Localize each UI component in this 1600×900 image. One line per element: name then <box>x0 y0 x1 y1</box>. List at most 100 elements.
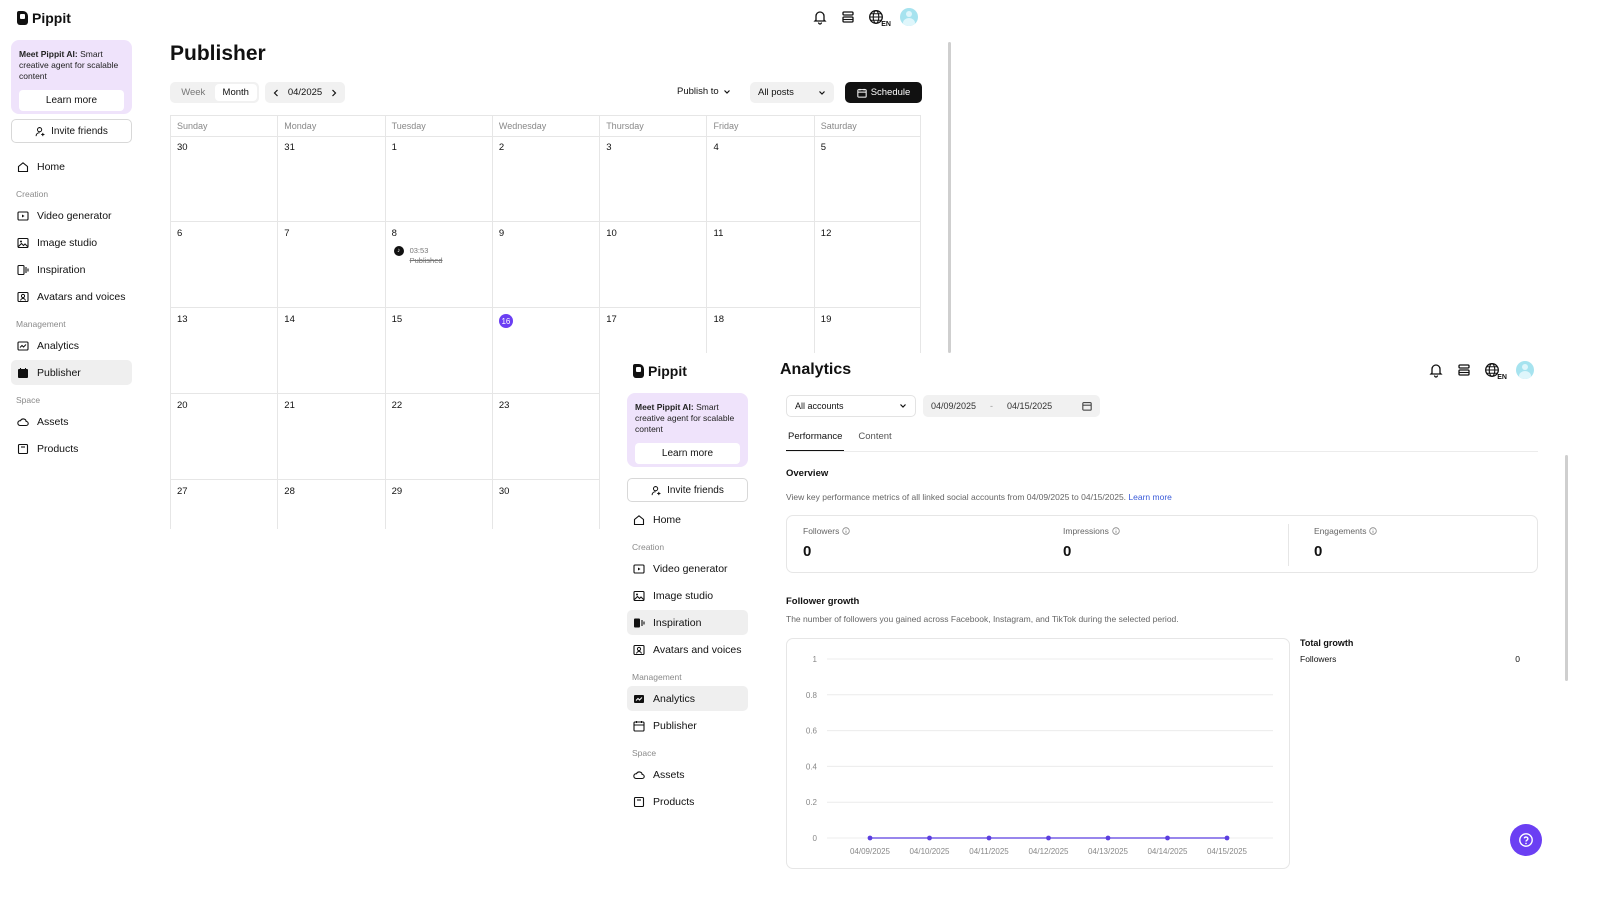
data-point[interactable] <box>1105 835 1111 841</box>
weekday-friday: Friday <box>706 115 814 137</box>
view-month-button[interactable]: Month <box>214 84 257 101</box>
info-icon[interactable] <box>1112 527 1120 535</box>
scheduled-post[interactable]: ♪ 03:53 Published <box>393 246 443 266</box>
calendar-day[interactable]: 12 <box>813 222 921 308</box>
nav-inspiration[interactable]: Inspiration <box>11 257 132 282</box>
calendar-day[interactable]: 7 <box>277 222 385 308</box>
schedule-button[interactable]: Schedule <box>845 82 922 103</box>
calendar-day[interactable]: 4 <box>706 136 814 222</box>
calendar-day[interactable]: 20 <box>170 394 278 480</box>
nav-image-studio[interactable]: Image studio <box>11 230 132 255</box>
calendar-day[interactable]: 28 <box>277 480 384 529</box>
tab-content[interactable]: Content <box>856 429 893 452</box>
calendar-day[interactable]: 27 <box>170 480 277 529</box>
data-point[interactable] <box>986 835 992 841</box>
calendar-day[interactable]: 15 <box>384 308 492 394</box>
calendar-day[interactable]: 9 <box>491 222 600 308</box>
bell-icon[interactable] <box>812 9 828 25</box>
nav-video-generator[interactable]: Video generator <box>627 556 748 581</box>
inbox-icon[interactable] <box>840 9 856 25</box>
nav-section-space: Space <box>632 748 657 758</box>
nav-image-studio[interactable]: Image studio <box>627 583 748 608</box>
promo-card: Meet Pippit AI: Smart creative agent for… <box>11 40 132 114</box>
y-tick-label: 0.4 <box>806 762 818 771</box>
calendar-day[interactable]: 30 <box>491 480 599 529</box>
calendar-day[interactable]: 6 <box>170 222 278 308</box>
weekday-wednesday: Wednesday <box>491 115 600 137</box>
nav-home[interactable]: Home <box>11 154 132 179</box>
inbox-icon[interactable] <box>1456 362 1472 378</box>
user-avatar[interactable] <box>900 8 918 26</box>
add-user-icon <box>651 485 661 495</box>
calendar-day[interactable]: 23 <box>491 394 600 480</box>
invite-friends-button[interactable]: Invite friends <box>627 478 748 502</box>
x-tick-label: 04/09/2025 <box>850 847 891 856</box>
info-icon[interactable] <box>842 527 851 535</box>
calendar-day[interactable]: 1 <box>384 136 492 222</box>
posts-filter-select[interactable]: All posts <box>750 82 834 103</box>
nav-home[interactable]: Home <box>627 507 748 532</box>
learn-more-button[interactable]: Learn more <box>19 90 124 111</box>
data-point[interactable] <box>867 835 873 841</box>
calendar-day[interactable]: 14 <box>277 308 385 394</box>
nav-analytics[interactable]: Analytics <box>627 686 748 711</box>
user-avatar[interactable] <box>1516 361 1534 379</box>
calendar-day[interactable]: 10 <box>599 222 707 308</box>
overview-learn-more-link[interactable]: Learn more <box>1128 492 1171 502</box>
calendar-day[interactable]: 22 <box>384 394 492 480</box>
invite-friends-button[interactable]: Invite friends <box>11 119 132 143</box>
pippit-logo[interactable]: Pippit <box>633 363 687 379</box>
calendar-day[interactable]: 29 <box>384 480 492 529</box>
date-range-picker[interactable]: 04/09/2025 - 04/15/2025 <box>923 395 1100 417</box>
nav-products[interactable]: Products <box>627 789 748 814</box>
product-icon <box>633 796 645 807</box>
calendar-day[interactable]: 13 <box>170 308 278 394</box>
calendar-day[interactable]: 3 <box>599 136 707 222</box>
nav-analytics[interactable]: Analytics <box>11 333 132 358</box>
chevron-left-icon[interactable] <box>272 89 280 97</box>
y-tick-label: 0.6 <box>806 727 818 736</box>
day-number: 29 <box>391 486 403 497</box>
calendar-day[interactable]: 2 <box>491 136 600 222</box>
calendar-day[interactable]: 8 ♪ 03:53 Published <box>384 222 492 308</box>
promo-title: Meet Pippit AI: <box>635 402 694 412</box>
scrollbar[interactable] <box>948 42 951 353</box>
bell-icon[interactable] <box>1428 362 1444 378</box>
calendar-day[interactable]: 5 <box>813 136 921 222</box>
info-icon[interactable] <box>1369 527 1378 535</box>
chevron-right-icon[interactable] <box>330 89 338 97</box>
language-switcher[interactable]: EN <box>868 9 891 28</box>
calendar-day[interactable]: 16 <box>491 308 600 394</box>
data-point[interactable] <box>1224 835 1230 841</box>
help-button[interactable] <box>1510 824 1542 856</box>
analytics-scrollbar[interactable] <box>1565 455 1568 681</box>
data-point[interactable] <box>1046 835 1051 841</box>
nav-analytics-label: Analytics <box>37 339 80 352</box>
nav-avatars-voices[interactable]: Avatars and voices <box>11 284 132 309</box>
nav-video-generator[interactable]: Video generator <box>11 203 132 228</box>
calendar-day[interactable]: 21 <box>277 394 385 480</box>
nav-assets[interactable]: Assets <box>11 409 132 434</box>
day-number: 1 <box>391 142 397 153</box>
accounts-select[interactable]: All accounts <box>786 395 916 417</box>
nav-avatars-voices[interactable]: Avatars and voices <box>627 637 748 662</box>
pippit-logo[interactable]: Pippit <box>17 10 71 26</box>
calendar-day[interactable]: 30 <box>170 136 278 222</box>
data-point[interactable] <box>927 835 932 841</box>
x-tick-label: 04/10/2025 <box>909 847 950 856</box>
publish-to-dropdown[interactable]: Publish to <box>677 86 731 97</box>
nav-assets[interactable]: Assets <box>627 762 748 787</box>
calendar-day[interactable]: 11 <box>706 222 814 308</box>
promo-card: Meet Pippit AI: Smart creative agent for… <box>627 393 748 467</box>
data-point[interactable] <box>1165 835 1170 841</box>
nav-publisher[interactable]: Publisher <box>11 360 132 385</box>
calendar-day[interactable]: 31 <box>277 136 385 222</box>
impressions-label: Impressions <box>1063 526 1109 536</box>
nav-inspiration[interactable]: Inspiration <box>627 610 748 635</box>
nav-publisher[interactable]: Publisher <box>627 713 748 738</box>
nav-products[interactable]: Products <box>11 436 132 461</box>
tab-performance[interactable]: Performance <box>786 429 845 452</box>
language-switcher[interactable]: EN <box>1484 362 1507 381</box>
learn-more-button[interactable]: Learn more <box>635 443 740 464</box>
view-week-button[interactable]: Week <box>172 84 215 101</box>
